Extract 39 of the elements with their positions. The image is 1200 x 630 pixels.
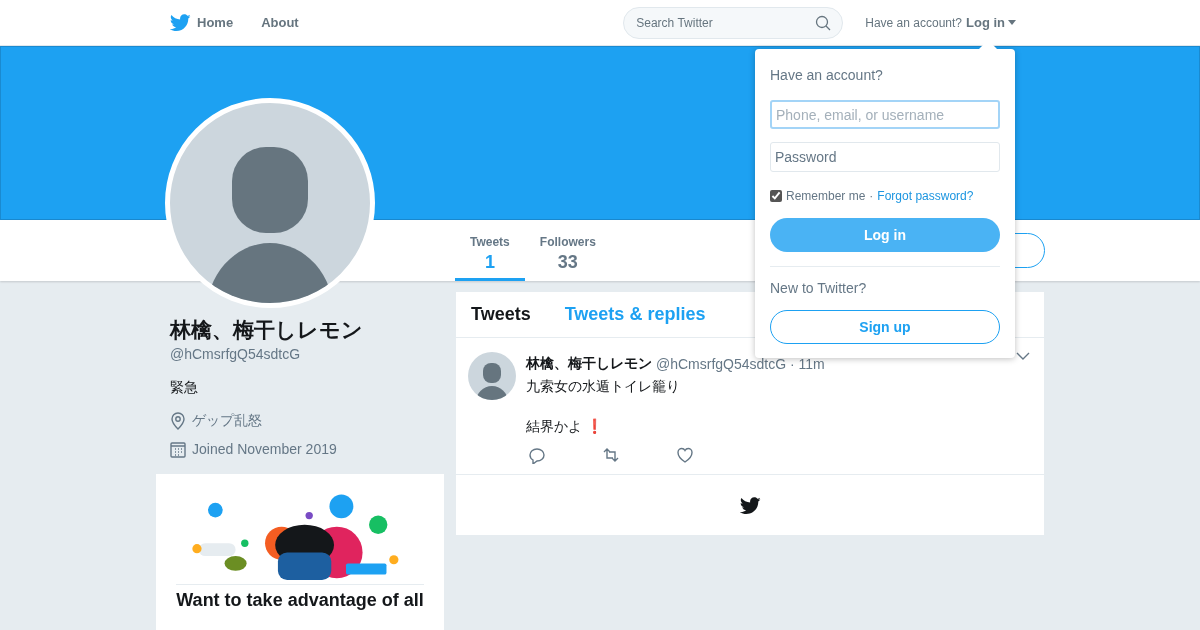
search-icon xyxy=(815,14,832,31)
forgot-password-link[interactable]: Forgot password? xyxy=(877,187,974,205)
remember-checkbox[interactable] xyxy=(770,190,782,202)
promo-title: Want to take advantage of all xyxy=(176,584,424,611)
reply-icon[interactable] xyxy=(528,446,546,464)
tweet-text-line: 九索女の水遁トイレ籠り xyxy=(526,377,681,396)
separator-dot: · xyxy=(869,188,874,205)
signup-prompt: New to Twitter? xyxy=(770,279,868,298)
profile-name: 林檎、梅干しレモン xyxy=(170,317,364,344)
stat-tab[interactable]: Tweets 1 xyxy=(455,220,525,281)
remember-label: Remember me xyxy=(786,188,866,205)
timeline-tab[interactable]: Tweets xyxy=(471,301,531,328)
tweet-text-line: 結界かよ ❗ xyxy=(526,417,604,436)
nav-link[interactable]: About xyxy=(261,12,299,33)
profile-location: ゲップ乱怒 xyxy=(192,411,262,430)
location-pin-icon xyxy=(170,411,186,430)
account-prompt: Have an account? xyxy=(865,14,962,32)
popup-heading: Have an account? xyxy=(770,66,884,85)
nav-link[interactable]: Home xyxy=(170,12,234,33)
tweet-avatar xyxy=(468,352,516,400)
tweet-handle: @hCmsrfgQ54sdtcG · 11m xyxy=(656,355,825,374)
profile-bio: 緊急 xyxy=(170,378,199,397)
heart-icon[interactable] xyxy=(676,446,694,464)
password-field[interactable]: Password xyxy=(770,142,1000,172)
joined-date: Joined November 2019 xyxy=(192,440,337,459)
retweet-icon[interactable] xyxy=(602,446,620,464)
signup-button[interactable]: Sign up xyxy=(770,310,1000,344)
caret-icon xyxy=(1008,20,1016,25)
bird-icon xyxy=(739,494,761,516)
timeline-tab[interactable]: Tweets & replies xyxy=(564,301,706,328)
login-link[interactable]: Log in xyxy=(966,12,1016,33)
chevron-down-icon[interactable] xyxy=(1016,352,1030,360)
profile-handle: @hCmsrfgQ54sdtcG xyxy=(170,345,302,364)
search-field[interactable]: Search Twitter xyxy=(623,6,844,39)
username-field[interactable]: Phone, email, or username xyxy=(770,100,1000,129)
tweet-author: 林檎、梅干しレモン xyxy=(526,354,652,373)
stat-tab[interactable]: Followers 33 xyxy=(524,220,611,281)
calendar-icon xyxy=(170,441,186,458)
bird-icon xyxy=(170,12,191,33)
